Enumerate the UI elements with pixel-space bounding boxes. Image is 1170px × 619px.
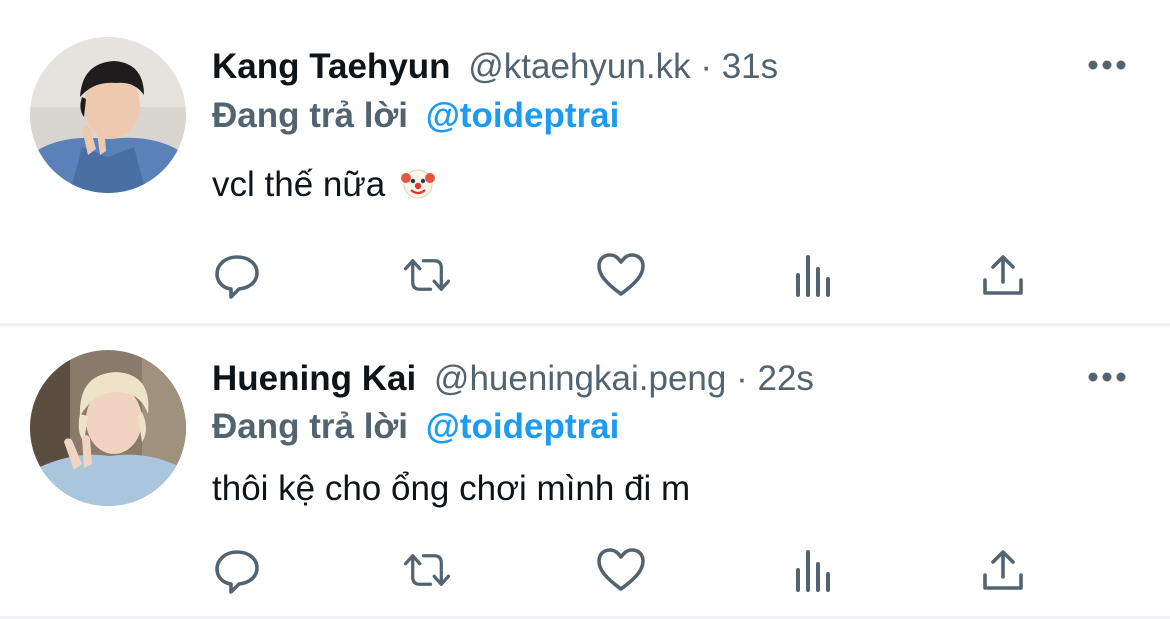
like-icon[interactable]: [596, 545, 646, 595]
avatar[interactable]: [30, 37, 186, 193]
replying-to: Đang trả lời @toideptrai: [212, 91, 619, 141]
tweet-text: thôi kệ cho ổng chơi mình đi m: [212, 464, 690, 514]
reply-icon[interactable]: [212, 545, 262, 595]
reply-prefix: Đang trả lời: [212, 407, 409, 446]
reply-mention-link[interactable]: @toideptrai: [426, 407, 620, 446]
stats-icon[interactable]: [788, 250, 838, 300]
share-icon[interactable]: [978, 545, 1028, 595]
tweet-header: Huening Kai @hueningkai.peng · 22s: [212, 354, 814, 404]
handle[interactable]: @ktaehyun.kk: [468, 47, 690, 86]
tweet-text-content: thôi kệ cho ổng chơi mình đi m: [212, 469, 691, 508]
tweet-text-content: vcl thế nữa: [212, 165, 386, 204]
tweet[interactable]: Kang Taehyun @ktaehyun.kk · 31s Đang trả…: [0, 0, 1170, 323]
reply-icon[interactable]: [212, 250, 262, 300]
more-options-icon[interactable]: [1086, 55, 1128, 75]
more-options-icon[interactable]: [1086, 367, 1128, 387]
timestamp[interactable]: 22s: [757, 359, 813, 398]
display-name[interactable]: Kang Taehyun: [212, 47, 451, 86]
tweet-text: vcl thế nữa: [212, 160, 435, 210]
clown-face-icon: [400, 164, 435, 214]
replying-to: Đang trả lời @toideptrai: [212, 402, 619, 452]
avatar[interactable]: [30, 350, 186, 506]
reply-prefix: Đang trả lời: [212, 96, 409, 135]
tweet-header: Kang Taehyun @ktaehyun.kk · 31s: [212, 42, 778, 92]
reply-mention-link[interactable]: @toideptrai: [426, 96, 620, 135]
retweet-icon[interactable]: [402, 545, 452, 595]
separator: ·: [700, 47, 712, 86]
timestamp[interactable]: 31s: [722, 47, 778, 86]
handle[interactable]: @hueningkai.peng: [434, 359, 726, 398]
separator: ·: [736, 359, 748, 398]
retweet-icon[interactable]: [402, 250, 452, 300]
tweet[interactable]: Huening Kai @hueningkai.peng · 22s Đang …: [0, 326, 1170, 616]
stats-icon[interactable]: [788, 545, 838, 595]
like-icon[interactable]: [596, 250, 646, 300]
display-name[interactable]: Huening Kai: [212, 359, 416, 398]
share-icon[interactable]: [978, 250, 1028, 300]
